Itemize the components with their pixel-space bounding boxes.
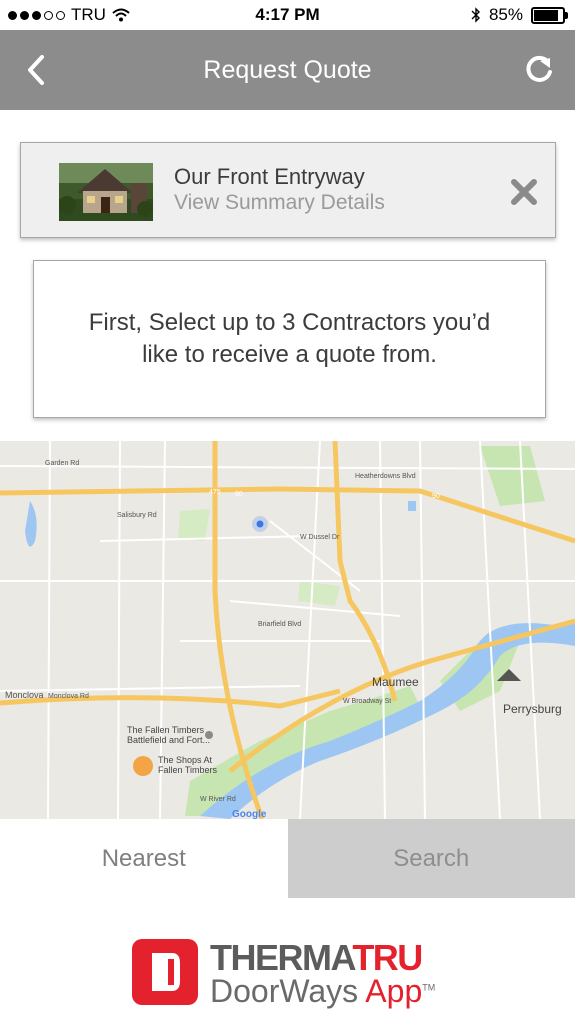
battery-percent: 85% [488,5,523,24]
logo-app-left: DoorWays [210,973,366,1009]
instruction-box: First, Select up to 3 Contractors you’d … [33,260,546,418]
map-label-fallen-timbers: The Fallen Timbers [127,725,205,735]
map-label-wbroadway: W Broadway St [343,698,391,705]
refresh-icon [526,55,552,82]
logo-tm: TM [422,982,436,993]
map-label-shops: The Shops At [158,755,213,765]
logo-brand-right: TRU [352,937,423,978]
logo-app-name: DoorWays AppTM [210,973,435,1010]
tab-nearest[interactable]: Nearest [0,819,288,898]
map-label-fallen-timbers-2: Battlefield and Fort... [127,735,210,745]
map-label-wriver: W River Rd [200,796,236,803]
nav-bar: Request Quote [0,30,575,110]
status-bar: TRU 4:17 PM 85% [0,0,575,30]
map-label-shops-2: Fallen Timbers [158,765,218,775]
map-label-heatherdowns: Heatherdowns Blvd [355,473,416,480]
project-summary-card[interactable]: Our Front Entryway View Summary Details [20,142,556,238]
battery-icon [531,6,568,24]
instruction-text: First, Select up to 3 Contractors you’d … [88,309,491,368]
map-label-dussel: W Dussel Dr [300,534,340,541]
project-title: Our Front Entryway [174,164,365,189]
map-shield-i80: 80 [235,491,243,498]
map-canvas[interactable]: Garden Rd Heatherdowns Blvd W Dussel Dr … [0,441,575,819]
google-logo: Google [232,809,267,819]
map-shield-i475: 475 [209,489,221,496]
page-title: Request Quote [203,56,372,84]
map-label-briarfield: Briarfield Blvd [258,621,301,628]
refresh-button[interactable] [519,50,559,90]
house-thumbnail-image [59,163,153,221]
map-label-monclova: Monclova [5,690,44,700]
door-logo-icon [132,939,198,1005]
logo-app-right: App [365,973,423,1009]
map-label-garden-rd: Garden Rd [45,460,79,467]
view-summary-link[interactable]: View Summary Details [174,191,385,215]
map-label-maumee: Maumee [372,675,419,689]
close-icon[interactable] [509,177,539,207]
contractor-filter-tabs: Nearest Search [0,819,575,898]
map-label-perrysburg: Perrysburg [503,702,562,716]
bluetooth-icon [471,7,480,23]
thermatru-logo: THERMATRU DoorWays AppTM [132,937,442,1009]
map-label-salisbury: Salisbury Rd [117,512,157,519]
tab-search[interactable]: Search [287,819,575,898]
map-shield-i90: 90 [432,493,440,500]
contractor-map[interactable]: Garden Rd Heatherdowns Blvd W Dussel Dr … [0,441,575,819]
map-label-monclova-rd: Monclova Rd [48,693,89,700]
logo-brand-left: THERMA [210,937,354,978]
